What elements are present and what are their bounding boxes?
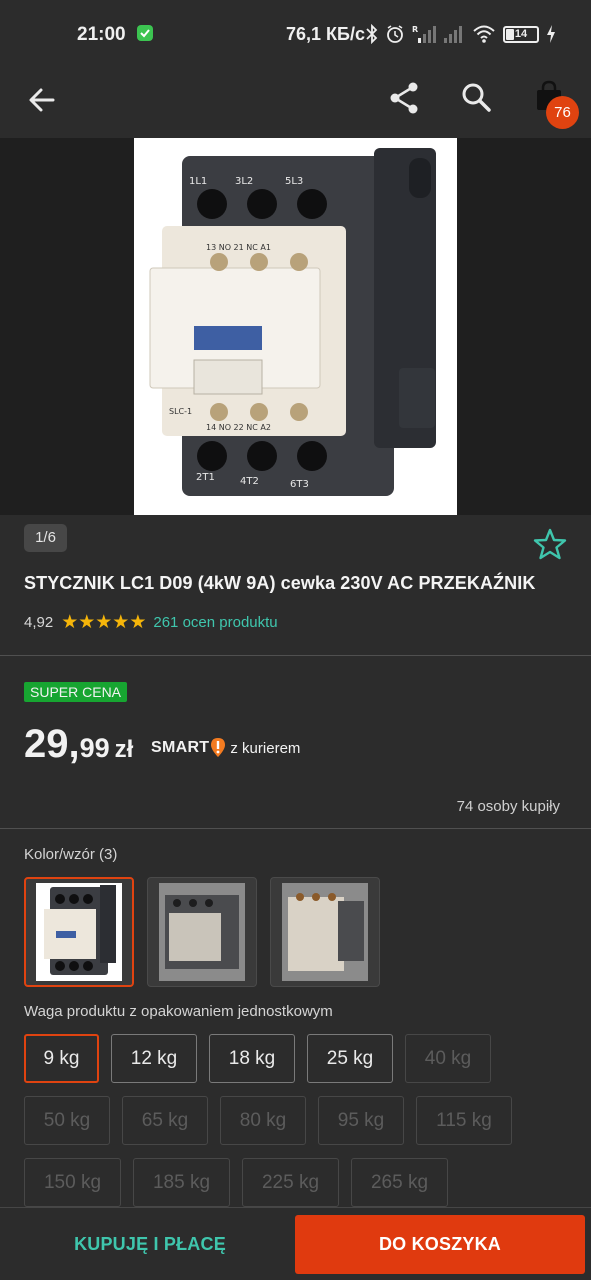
variant-thumb-3[interactable] <box>270 877 380 987</box>
variant-thumbnails <box>24 877 380 987</box>
weight-option-265kg[interactable]: 265 kg <box>351 1158 448 1207</box>
price-integer: 29 <box>24 722 69 766</box>
alarm-icon <box>387 25 403 43</box>
weight-option-185kg[interactable]: 185 kg <box>133 1158 230 1207</box>
share-icon[interactable] <box>388 81 420 115</box>
divider <box>0 828 591 829</box>
product-title: STYCZNIK LC1 D09 (4kW 9A) cewka 230V AC … <box>24 573 536 593</box>
variant-thumb-2[interactable] <box>147 877 257 987</box>
rating-score: 4,92 <box>24 614 54 631</box>
cart-count-badge[interactable]: 76 <box>546 96 579 129</box>
delivery-text: z kurierem <box>230 739 301 757</box>
app-bar: 76 <box>0 68 591 138</box>
weight-label: Waga produktu z opakowaniem jednostkowym <box>24 1003 333 1020</box>
variant-thumb-1[interactable] <box>24 877 134 987</box>
weight-option-65kg[interactable]: 65 kg <box>122 1096 208 1145</box>
svg-text:3L2: 3L2 <box>235 176 253 187</box>
divider <box>0 655 591 656</box>
weight-option-115kg[interactable]: 115 kg <box>416 1096 512 1145</box>
weight-option-12kg[interactable]: 12 kg <box>111 1034 197 1083</box>
product-photo[interactable]: 1L1 3L2 5L3 13 NO 21 NC A1 SLC-1 14 NO 2… <box>134 138 457 515</box>
status-bar: 21:00 76,1 КБ/с R 14 <box>0 0 591 68</box>
weight-option-80kg[interactable]: 80 kg <box>220 1096 306 1145</box>
rating-row: 4,92 ★★★★★ 261 ocen produktu <box>24 611 278 634</box>
weight-option-18kg[interactable]: 18 kg <box>209 1034 295 1083</box>
signal-r-icon: R <box>412 25 436 43</box>
bluetooth-icon <box>366 24 378 44</box>
buy-now-button[interactable]: KUPUJĘ I PŁACĘ <box>0 1208 300 1280</box>
svg-text:4T2: 4T2 <box>240 476 259 487</box>
super-price-badge: SUPER CENA <box>24 682 128 702</box>
shield-check-icon <box>137 25 153 41</box>
svg-text:6T3: 6T3 <box>290 479 309 490</box>
rating-stars: ★★★★★ <box>61 612 147 633</box>
battery-level: 14 <box>514 27 528 40</box>
network-speed: 76,1 КБ/с <box>286 24 365 44</box>
status-icons: R 14 <box>366 22 556 46</box>
svg-text:13 NO 21 NC A1: 13 NO 21 NC A1 <box>206 243 271 252</box>
weight-option-25kg[interactable]: 25 kg <box>307 1034 393 1083</box>
svg-text:5L3: 5L3 <box>285 176 303 187</box>
weight-option-9kg[interactable]: 9 kg <box>24 1034 99 1083</box>
svg-text:2T1: 2T1 <box>196 472 215 483</box>
ratings-count-link[interactable]: 261 ocen produktu <box>153 614 277 631</box>
weight-option-150kg[interactable]: 150 kg <box>24 1158 121 1207</box>
svg-text:SLC-1: SLC-1 <box>169 407 192 416</box>
weight-option-50kg[interactable]: 50 kg <box>24 1096 110 1145</box>
smart-logo: SMART <box>151 739 210 756</box>
weight-option-225kg[interactable]: 225 kg <box>242 1158 339 1207</box>
price: 29, 99 zł <box>24 722 133 767</box>
svg-text:R: R <box>412 25 418 34</box>
svg-text:1L1: 1L1 <box>189 176 207 187</box>
charging-icon <box>547 25 555 43</box>
signal-icon <box>444 26 462 43</box>
clock: 21:00 <box>77 24 126 45</box>
battery-icon: 14 <box>503 25 539 43</box>
smart-delivery[interactable]: SMART z kurierem <box>151 738 300 758</box>
weight-option-40kg[interactable]: 40 kg <box>405 1034 491 1083</box>
bottom-action-bar: KUPUJĘ I PŁACĘ DO KOSZYKA <box>0 1207 591 1280</box>
variants-label: Kolor/wzór (3) <box>24 846 118 863</box>
price-currency: zł <box>114 736 134 763</box>
smart-exclamation-icon <box>211 738 226 757</box>
price-separator: , <box>68 722 80 766</box>
search-icon[interactable] <box>460 81 492 113</box>
contactor-image: 1L1 3L2 5L3 13 NO 21 NC A1 SLC-1 14 NO 2… <box>149 148 436 496</box>
wifi-icon <box>473 25 495 43</box>
add-to-cart-button[interactable]: DO KOSZYKA <box>295 1215 585 1274</box>
buyers-count: 74 osoby kupiły <box>456 798 560 815</box>
favorite-star-icon[interactable] <box>533 528 567 560</box>
gallery-counter: 1/6 <box>24 524 67 552</box>
svg-text:14 NO 22 NC A2: 14 NO 22 NC A2 <box>206 423 271 432</box>
product-gallery[interactable]: 1L1 3L2 5L3 13 NO 21 NC A1 SLC-1 14 NO 2… <box>0 138 591 515</box>
price-decimal: 99 <box>79 733 110 763</box>
weight-option-95kg[interactable]: 95 kg <box>318 1096 404 1145</box>
back-arrow-icon[interactable] <box>26 84 58 116</box>
